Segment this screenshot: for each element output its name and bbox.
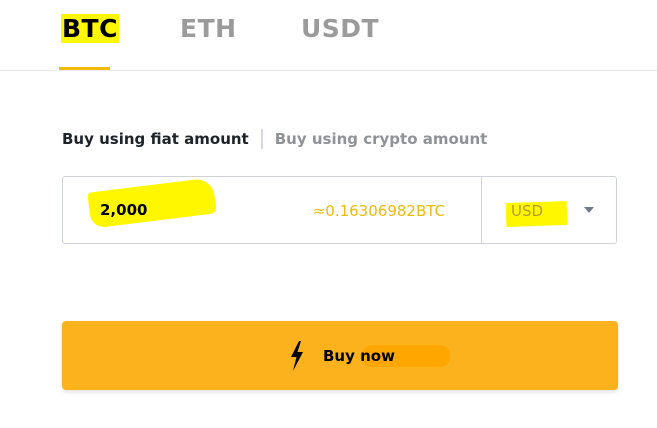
lightning-bolt-icon [291, 341, 303, 371]
tab-btc-label: BTC [61, 14, 119, 43]
amount-value: 2,000 [100, 201, 148, 219]
mode-crypto-option[interactable]: Buy using crypto amount [275, 130, 488, 148]
tab-eth[interactable]: ETH [180, 12, 237, 46]
mode-divider [260, 129, 263, 149]
tab-usdt[interactable]: USDT [301, 12, 379, 46]
active-tab-indicator [59, 67, 110, 70]
caret-down-icon [584, 207, 594, 213]
buy-mode-switch: Buy using fiat amount Buy using crypto a… [62, 127, 487, 151]
amount-input[interactable]: 2,000 ≈0.16306982BTC [63, 177, 481, 243]
currency-select[interactable]: USD [481, 177, 617, 243]
coin-tabs: BTC ETH USDT [0, 0, 657, 71]
crypto-estimate: ≈0.16306982BTC [312, 202, 445, 220]
currency-label: USD [511, 202, 544, 220]
mode-fiat-option[interactable]: Buy using fiat amount [62, 130, 249, 148]
buy-now-button[interactable]: Buy now [62, 321, 618, 390]
amount-input-group: 2,000 ≈0.16306982BTC USD [62, 176, 617, 244]
buy-now-label: Buy now [323, 347, 395, 365]
tab-btc[interactable]: BTC [61, 12, 119, 46]
